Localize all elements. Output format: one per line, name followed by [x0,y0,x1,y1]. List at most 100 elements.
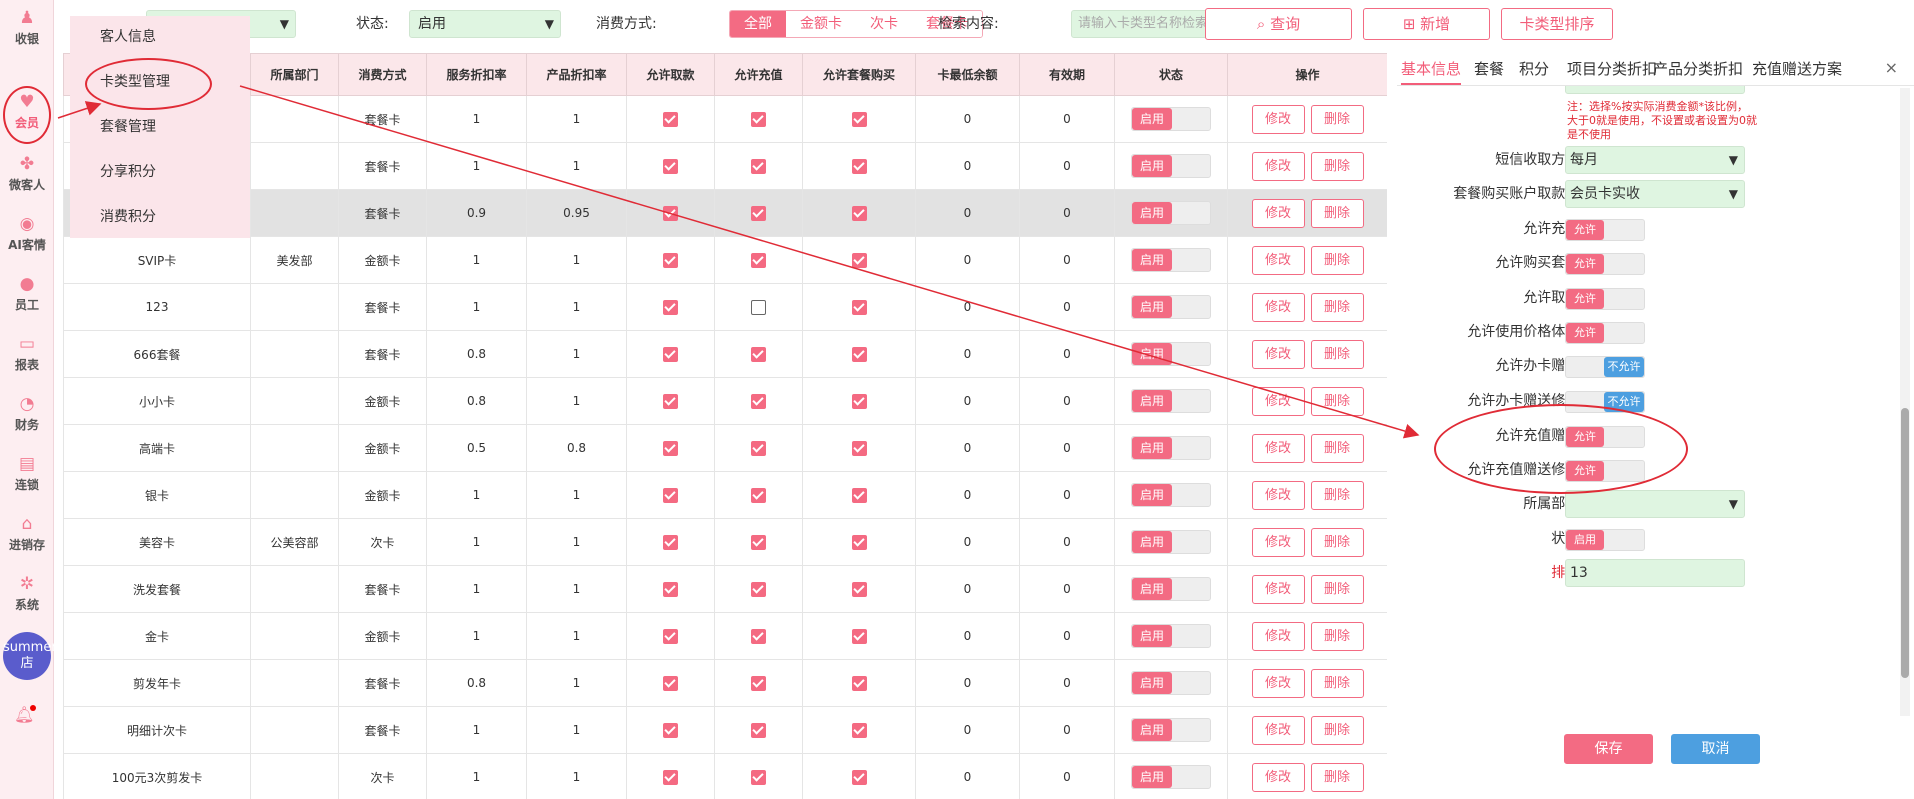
delete-button[interactable]: 删除 [1310,386,1364,416]
table-row[interactable]: 银卡 金额卡 1 1 0 0 启用 修改 删除 [63,471,1387,519]
table-row[interactable]: SVIP卡 美发部 金额卡 1 1 0 0 启用 修改 删除 [63,236,1387,284]
delete-button[interactable]: 删除 [1310,762,1364,792]
tab-package[interactable]: 套餐 [1474,58,1504,79]
allow-withdraw-checkbox[interactable] [663,769,678,785]
menu-consume-points[interactable]: 消费积分 [70,196,250,241]
bell-icon[interactable]: 🔔︎ [14,705,36,727]
allow-withdraw-checkbox[interactable] [663,111,678,127]
nav-finance[interactable]: ◔ 财务 [0,388,54,444]
menu-package[interactable]: 套餐管理 [70,106,250,151]
search-input[interactable]: 请输入卡类型名称检索 [1071,10,1226,38]
status-toggle[interactable]: 启用 [1131,530,1211,554]
allow-recharge-checkbox[interactable] [751,440,766,456]
allow-withdraw-checkbox[interactable] [663,346,678,362]
nav-report[interactable]: ▭ 报表 [0,328,54,384]
table-row[interactable]: 套餐卡 1 1 0 0 启用 修改 删除 [63,95,1387,143]
allow-recharge-checkbox[interactable] [751,628,766,644]
allow-package-checkbox[interactable] [851,205,867,221]
delete-button[interactable]: 删除 [1310,104,1364,134]
allow-recharge-checkbox[interactable] [751,158,766,174]
nav-inventory[interactable]: ⌂ 进销存 [0,508,54,564]
allow-withdraw-checkbox[interactable] [663,299,678,315]
delete-button[interactable]: 删除 [1310,151,1364,181]
scrollbar-thumb[interactable] [1901,408,1909,678]
allow-recharge-checkbox[interactable] [751,393,766,409]
tab-basic[interactable]: 基本信息 [1401,58,1462,85]
allow-package-checkbox[interactable] [851,487,867,503]
allow-package-checkbox[interactable] [851,440,867,456]
table-row[interactable]: 666套餐 套餐卡 0.8 1 0 0 启用 修改 删除 [63,330,1387,378]
table-row[interactable]: 洗发套餐 套餐卡 1 1 0 0 启用 修改 删除 [63,565,1387,613]
allow-withdraw-checkbox[interactable] [663,722,678,738]
table-row[interactable]: 高端卡 金额卡 0.5 0.8 0 0 启用 修改 删除 [63,424,1387,472]
nav-wechat-guest[interactable]: ✤ 微客人 [0,148,54,204]
delete-button[interactable]: 删除 [1310,715,1364,745]
nav-cashier[interactable]: ♟ 收银 [0,2,54,58]
toggle-switch[interactable]: 允许 [1565,219,1645,241]
toggle-switch[interactable]: 允许 [1565,253,1645,275]
edit-button[interactable]: 修改 [1251,245,1305,275]
cancel-button[interactable]: 取消 [1671,734,1760,764]
edit-button[interactable]: 修改 [1251,339,1305,369]
allow-package-checkbox[interactable] [851,675,867,691]
table-row[interactable]: 金卡 金额卡 1 1 0 0 启用 修改 删除 [63,612,1387,660]
allow-package-checkbox[interactable] [851,158,867,174]
edit-button[interactable]: 修改 [1251,151,1305,181]
delete-button[interactable]: 删除 [1310,527,1364,557]
status-toggle[interactable]: 启用 [1131,295,1211,319]
table-row[interactable]: 美容卡 公美容部 次卡 1 1 0 0 启用 修改 删除 [63,518,1387,566]
tab-recharge-gift[interactable]: 充值赠送方案 [1752,58,1842,79]
allow-package-checkbox[interactable] [851,769,867,785]
allow-recharge-checkbox[interactable] [751,675,766,691]
delete-button[interactable]: 删除 [1310,668,1364,698]
status-toggle[interactable]: 启用 [1131,436,1211,460]
allow-package-checkbox[interactable] [851,722,867,738]
seg-all[interactable]: 全部 [730,11,786,37]
status-toggle[interactable]: 启用 [1131,577,1211,601]
allow-recharge-checkbox[interactable] [751,111,766,127]
allow-package-checkbox[interactable] [851,393,867,409]
save-button[interactable]: 保存 [1564,734,1653,764]
delete-button[interactable]: 删除 [1310,480,1364,510]
sort-button[interactable]: 卡类型排序 [1501,8,1613,40]
status-toggle[interactable]: 启用 [1131,154,1211,178]
allow-withdraw-checkbox[interactable] [663,440,678,456]
table-row[interactable]: 100元3次剪发卡 次卡 1 1 0 0 启用 修改 删除 [63,753,1387,799]
delete-button[interactable]: 删除 [1310,245,1364,275]
seg-amount-card[interactable]: 金额卡 [786,11,856,37]
allow-package-checkbox[interactable] [851,111,867,127]
allow-recharge-checkbox[interactable] [751,299,766,315]
status-toggle[interactable]: 启用 [1131,389,1211,413]
table-row[interactable]: 套餐卡 1 1 0 0 启用 修改 删除 [63,142,1387,190]
nav-system[interactable]: ✲ 系统 [0,568,54,624]
status-toggle[interactable]: 启用 [1131,765,1211,789]
edit-button[interactable]: 修改 [1251,480,1305,510]
allow-recharge-checkbox[interactable] [751,252,766,268]
nav-staff[interactable]: ● 员工 [0,268,54,324]
panel-scrollbar[interactable] [1900,88,1910,716]
status-select[interactable]: 启用 ▼ [409,10,561,38]
tab-points[interactable]: 积分 [1519,58,1549,79]
add-button[interactable]: ⊞ 新增 [1363,8,1490,40]
toggle-switch[interactable]: 允许 [1565,322,1645,344]
allow-package-checkbox[interactable] [851,252,867,268]
cut-off-select[interactable] [1565,86,1745,94]
delete-button[interactable]: 删除 [1310,292,1364,322]
allow-withdraw-checkbox[interactable] [663,581,678,597]
allow-withdraw-checkbox[interactable] [663,675,678,691]
allow-recharge-checkbox[interactable] [751,487,766,503]
menu-share-points[interactable]: 分享积分 [70,151,250,196]
edit-button[interactable]: 修改 [1251,527,1305,557]
tab-project-discount[interactable]: 项目分类折扣 [1567,58,1657,79]
edit-button[interactable]: 修改 [1251,762,1305,792]
status-toggle[interactable]: 启用 [1131,483,1211,507]
form-select[interactable]: ▼ [1565,490,1745,518]
allow-package-checkbox[interactable] [851,346,867,362]
form-select[interactable]: 会员卡实收 ▼ [1565,180,1745,208]
allow-withdraw-checkbox[interactable] [663,628,678,644]
allow-package-checkbox[interactable] [851,628,867,644]
allow-recharge-checkbox[interactable] [751,581,766,597]
allow-recharge-checkbox[interactable] [751,769,766,785]
edit-button[interactable]: 修改 [1251,574,1305,604]
nav-ai[interactable]: ◉ AI客情 [0,208,54,264]
